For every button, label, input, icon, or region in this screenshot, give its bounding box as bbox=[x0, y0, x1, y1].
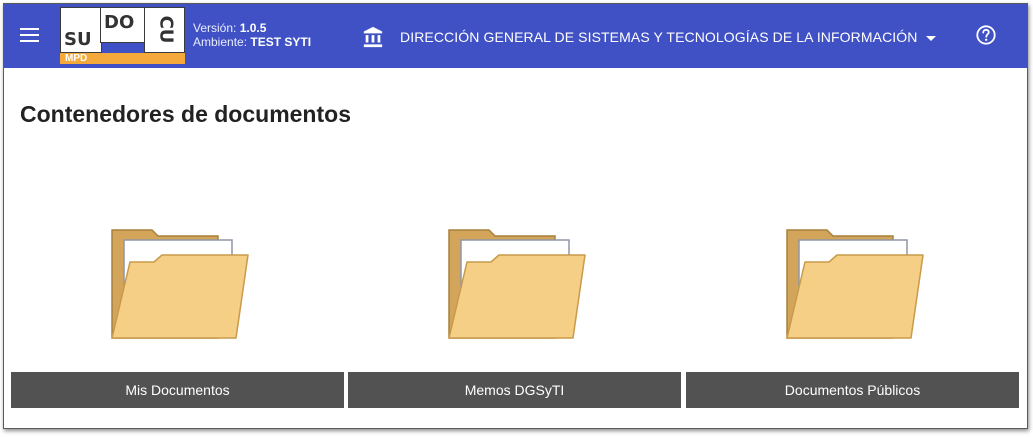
organization-selector[interactable]: DIRECCIÓN GENERAL DE SISTEMAS Y TECNOLOG… bbox=[362, 26, 937, 48]
folder-icon[interactable] bbox=[110, 228, 250, 342]
container-memos-dgsyti[interactable]: Memos DGSyTI bbox=[348, 222, 681, 409]
help-circle-icon[interactable] bbox=[975, 24, 997, 46]
top-app-bar: SU DO CU MPD Versión: 1.0.5 Ambiente: TE… bbox=[4, 4, 1027, 68]
bank-icon bbox=[363, 26, 383, 48]
container-label[interactable]: Mis Documentos bbox=[11, 372, 344, 408]
logo-mpd: MPD bbox=[60, 53, 185, 64]
logo-su: SU bbox=[64, 29, 92, 50]
container-label[interactable]: Memos DGSyTI bbox=[348, 372, 681, 408]
container-documentos-publicos[interactable]: Documentos Públicos bbox=[686, 222, 1019, 409]
folder-icon[interactable] bbox=[447, 228, 587, 342]
organization-name: DIRECCIÓN GENERAL DE SISTEMAS Y TECNOLOG… bbox=[400, 29, 918, 45]
page-title: Contenedores de documentos bbox=[20, 101, 351, 127]
environment-value: TEST SYTI bbox=[250, 35, 312, 49]
menu-icon[interactable] bbox=[18, 24, 44, 48]
version-value: 1.0.5 bbox=[239, 21, 267, 35]
version-info: Versión: 1.0.5 Ambiente: TEST SYTI bbox=[193, 21, 311, 49]
logo-cu: CU bbox=[155, 15, 177, 44]
sudocu-logo[interactable]: SU DO CU MPD bbox=[60, 7, 185, 64]
container-mis-documentos[interactable]: Mis Documentos bbox=[11, 222, 344, 409]
version-label: Versión: bbox=[193, 21, 237, 35]
environment-label: Ambiente: bbox=[193, 35, 248, 49]
logo-do: DO bbox=[104, 12, 135, 33]
folder-icon[interactable] bbox=[785, 228, 925, 342]
app-window: SU DO CU MPD Versión: 1.0.5 Ambiente: TE… bbox=[3, 3, 1028, 429]
container-label[interactable]: Documentos Públicos bbox=[686, 372, 1019, 408]
chevron-down-icon bbox=[926, 35, 937, 41]
